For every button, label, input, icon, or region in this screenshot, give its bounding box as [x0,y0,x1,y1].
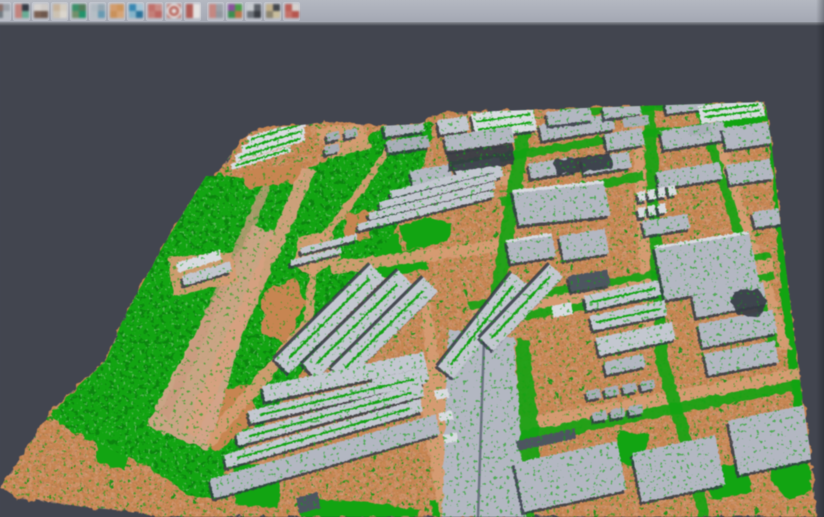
tool-10-button[interactable] [165,2,182,21]
point-cloud-scene [0,0,824,517]
khaki-grid-icon [266,4,280,18]
classified-cloud-icon [228,4,242,18]
tool-8-button[interactable] [127,2,144,21]
tool-4-button[interactable] [51,2,68,21]
raster-tool-icon [53,4,67,18]
tool-3-button[interactable] [32,2,49,21]
tool-11-button[interactable] [184,2,201,21]
tool-1-button[interactable] [0,2,11,21]
tool-7-button[interactable] [108,2,125,21]
right-edge-shade [816,0,824,517]
tool-9-button[interactable] [146,2,163,21]
tool-6-button[interactable] [89,2,106,21]
layers-red-icon [148,4,162,18]
edge-tool-icon [0,4,10,18]
tool-15-button[interactable] [264,2,281,21]
application-window [0,0,824,517]
tool-13-button[interactable] [226,2,243,21]
panel-tool-icon [91,4,105,18]
toolbar-separator [202,2,206,21]
tool-12-button[interactable] [207,2,224,21]
dem-tool-icon [34,4,48,18]
corners-icon [186,4,200,18]
main-toolbar [0,0,824,23]
3d-viewport[interactable] [0,0,824,517]
dark-cube-icon [247,4,261,18]
orange-box-icon [110,4,124,18]
align-tool-icon [15,4,29,18]
red-stack-icon [285,4,299,18]
tool-5-button[interactable] [70,2,87,21]
tool-16-button[interactable] [283,2,300,21]
ring-icon [167,4,181,18]
mesh-tool-icon [72,4,86,18]
crop-box-icon [209,4,223,18]
globe-arrows-icon [129,4,143,18]
tool-2-button[interactable] [13,2,30,21]
toolbar-shadow [0,23,824,26]
tool-14-button[interactable] [245,2,262,21]
